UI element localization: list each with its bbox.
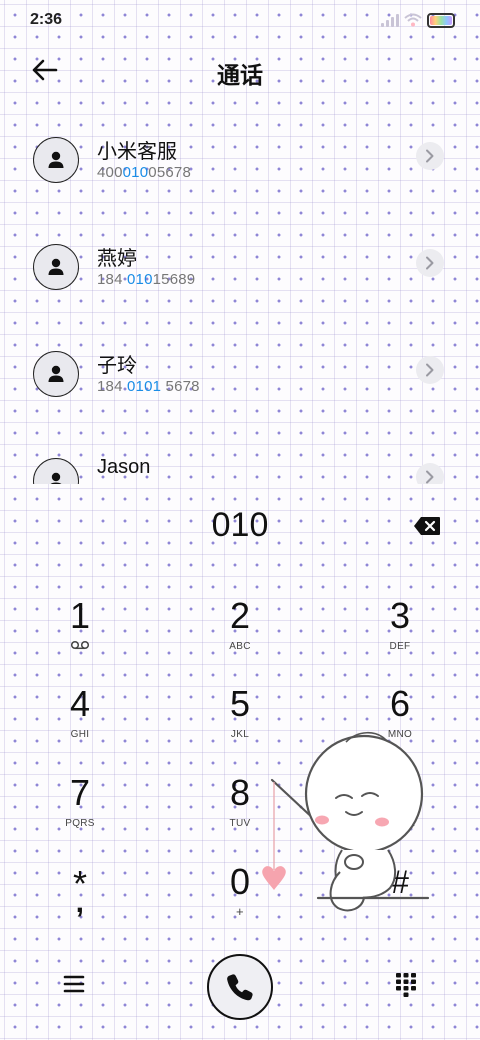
person-icon	[50, 472, 62, 484]
page-title: 通话	[217, 62, 263, 88]
key-1[interactable]: 1	[20, 596, 140, 676]
key-8[interactable]: 8 TUV	[180, 773, 300, 853]
dialpad-icon	[396, 973, 416, 997]
contact-row[interactable]: 子玲 184 0101 5678	[0, 326, 480, 433]
key-0[interactable]: 0 +	[180, 862, 300, 942]
contact-name: 子玲	[97, 355, 137, 377]
delete-button[interactable]	[413, 516, 441, 536]
key-5[interactable]: 5 JKL	[180, 684, 300, 764]
contact-number: 40001005678	[97, 164, 191, 181]
contact-row[interactable]: 小米客服 40001005678	[0, 112, 480, 219]
dialpad-toggle-button[interactable]	[395, 972, 417, 998]
chevron-right-icon	[426, 363, 434, 377]
phone-icon	[227, 974, 253, 1001]
contact-name: Jason	[97, 456, 151, 478]
key-3[interactable]: 3 DEF	[340, 596, 460, 676]
battery-icon	[427, 13, 455, 28]
key-9[interactable]: 9 WXYZ	[340, 773, 460, 853]
contact-number: 184 01015689	[97, 271, 196, 288]
key-6[interactable]: 6 MNO	[340, 684, 460, 764]
chevron-right-icon	[426, 470, 434, 484]
number-match: 0101	[127, 378, 162, 395]
contact-name: 燕婷	[97, 248, 137, 270]
wifi-icon	[404, 13, 422, 27]
contact-number: 184 0101 5678	[97, 378, 200, 395]
avatar	[33, 351, 79, 397]
contact-detail-button[interactable]	[416, 356, 444, 384]
person-icon	[48, 258, 64, 275]
back-button[interactable]	[26, 54, 62, 86]
arrow-left-icon	[32, 59, 58, 81]
avatar	[33, 244, 79, 290]
dial-number-display: 010	[211, 506, 269, 544]
chevron-right-icon	[426, 149, 434, 163]
avatar	[33, 137, 79, 183]
contact-row[interactable]: 燕婷 184 01015689	[0, 219, 480, 326]
contact-row[interactable]: Jason	[0, 433, 480, 484]
contact-list: 小米客服 40001005678 燕婷 184 01015689 子玲 184 …	[0, 112, 480, 484]
number-match: 010	[122, 164, 149, 181]
contact-detail-button[interactable]	[416, 463, 444, 484]
voicemail-icon	[70, 640, 90, 650]
avatar	[33, 458, 79, 484]
key-hash[interactable]: #	[340, 862, 460, 942]
key-star[interactable]: * ,	[20, 862, 140, 942]
contact-detail-button[interactable]	[416, 142, 444, 170]
key-7[interactable]: 7 PQRS	[20, 773, 140, 853]
key-2[interactable]: 2 ABC	[180, 596, 300, 676]
signal-icon	[381, 13, 401, 27]
menu-icon	[63, 975, 85, 993]
backspace-icon	[414, 517, 440, 535]
menu-button[interactable]	[63, 973, 85, 995]
contact-detail-button[interactable]	[416, 249, 444, 277]
key-4[interactable]: 4 GHI	[20, 684, 140, 764]
person-icon	[48, 151, 64, 168]
call-button[interactable]	[207, 954, 273, 1020]
person-icon	[48, 365, 64, 382]
number-match: 010	[127, 271, 153, 288]
contact-name: 小米客服	[97, 141, 177, 163]
status-bar: 2:36	[0, 0, 480, 40]
chevron-right-icon	[426, 256, 434, 270]
status-time: 2:36	[30, 11, 63, 28]
